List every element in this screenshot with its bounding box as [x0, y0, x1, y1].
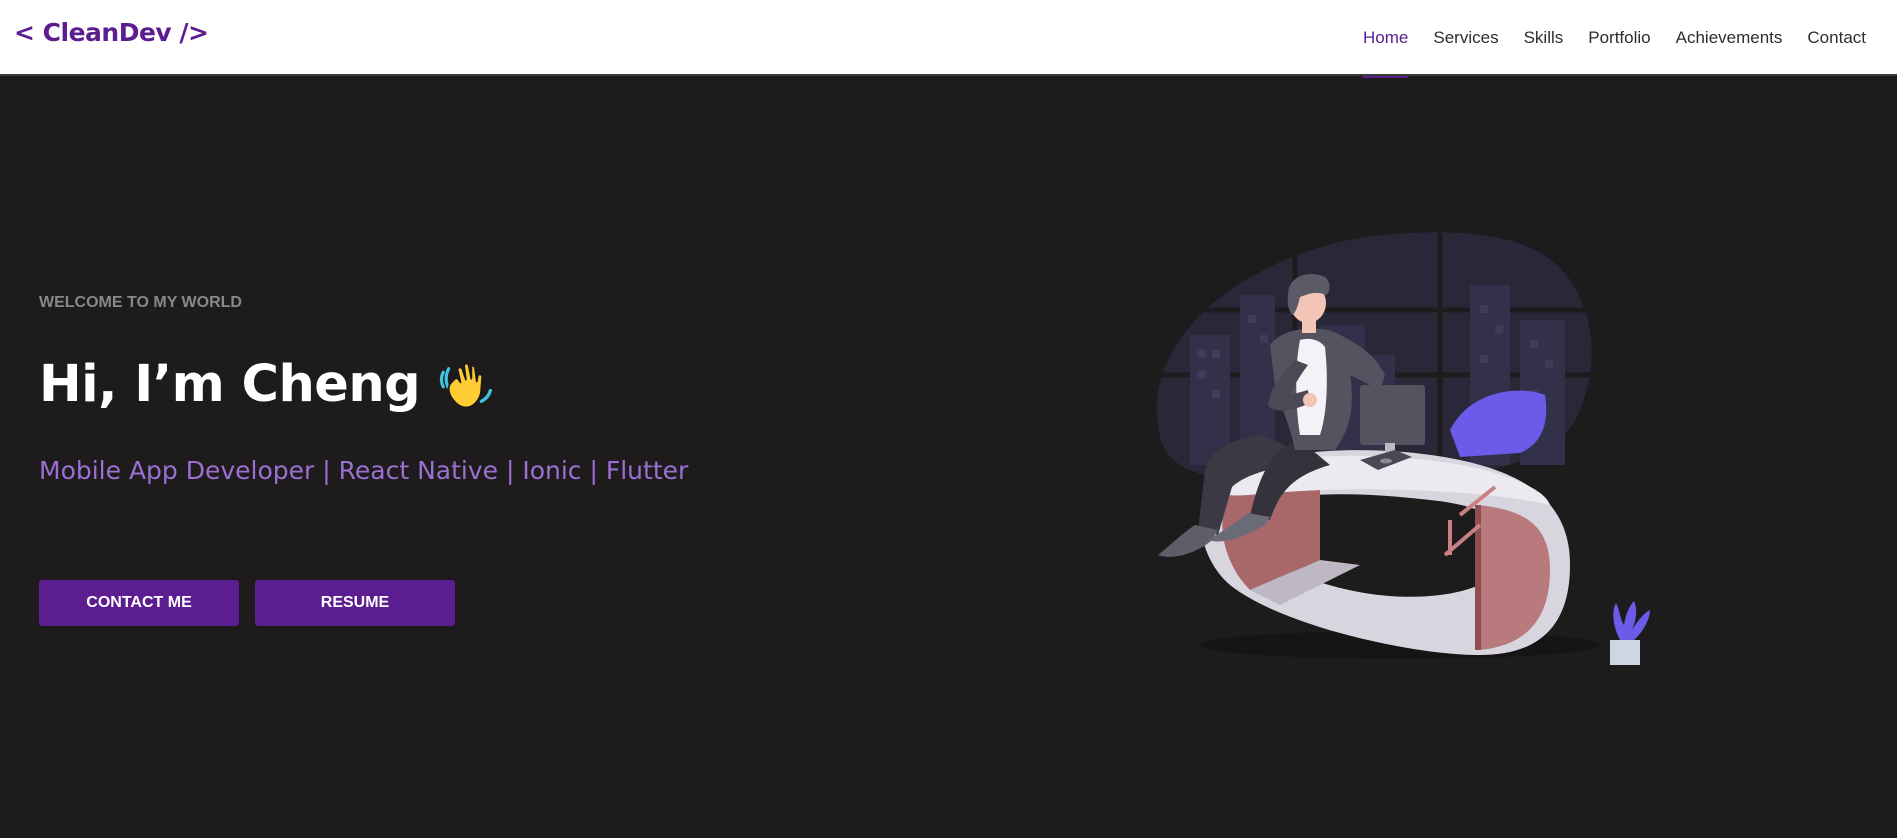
- welcome-label: WELCOME TO MY WORLD: [39, 294, 242, 311]
- nav-achievements[interactable]: Achievements: [1676, 0, 1783, 76]
- greeting-text: Hi, I’m Cheng: [39, 355, 421, 414]
- top-navbar: < CleanDev /> Home Services Skills Portf…: [0, 0, 1897, 78]
- nav-contact[interactable]: Contact: [1807, 0, 1866, 76]
- waving-hand-icon: [440, 362, 493, 408]
- developer-at-desk-illustration: [1156, 232, 1650, 665]
- site-logo[interactable]: < CleanDev />: [14, 18, 209, 47]
- nav-home[interactable]: Home: [1363, 0, 1409, 78]
- nav-portfolio[interactable]: Portfolio: [1588, 0, 1650, 76]
- hero-greeting: Hi, I’m Cheng: [39, 355, 494, 414]
- contact-me-button[interactable]: CONTACT ME: [39, 580, 239, 626]
- nav-services[interactable]: Services: [1433, 0, 1498, 76]
- main-nav: Home Services Skills Portfolio Achieveme…: [1338, 0, 1866, 78]
- nav-skills[interactable]: Skills: [1524, 0, 1564, 76]
- plant: [1610, 601, 1650, 665]
- resume-button[interactable]: RESUME: [255, 580, 455, 626]
- monitor: [1360, 385, 1425, 445]
- hero-subtitle: Mobile App Developer | React Native | Io…: [39, 456, 689, 485]
